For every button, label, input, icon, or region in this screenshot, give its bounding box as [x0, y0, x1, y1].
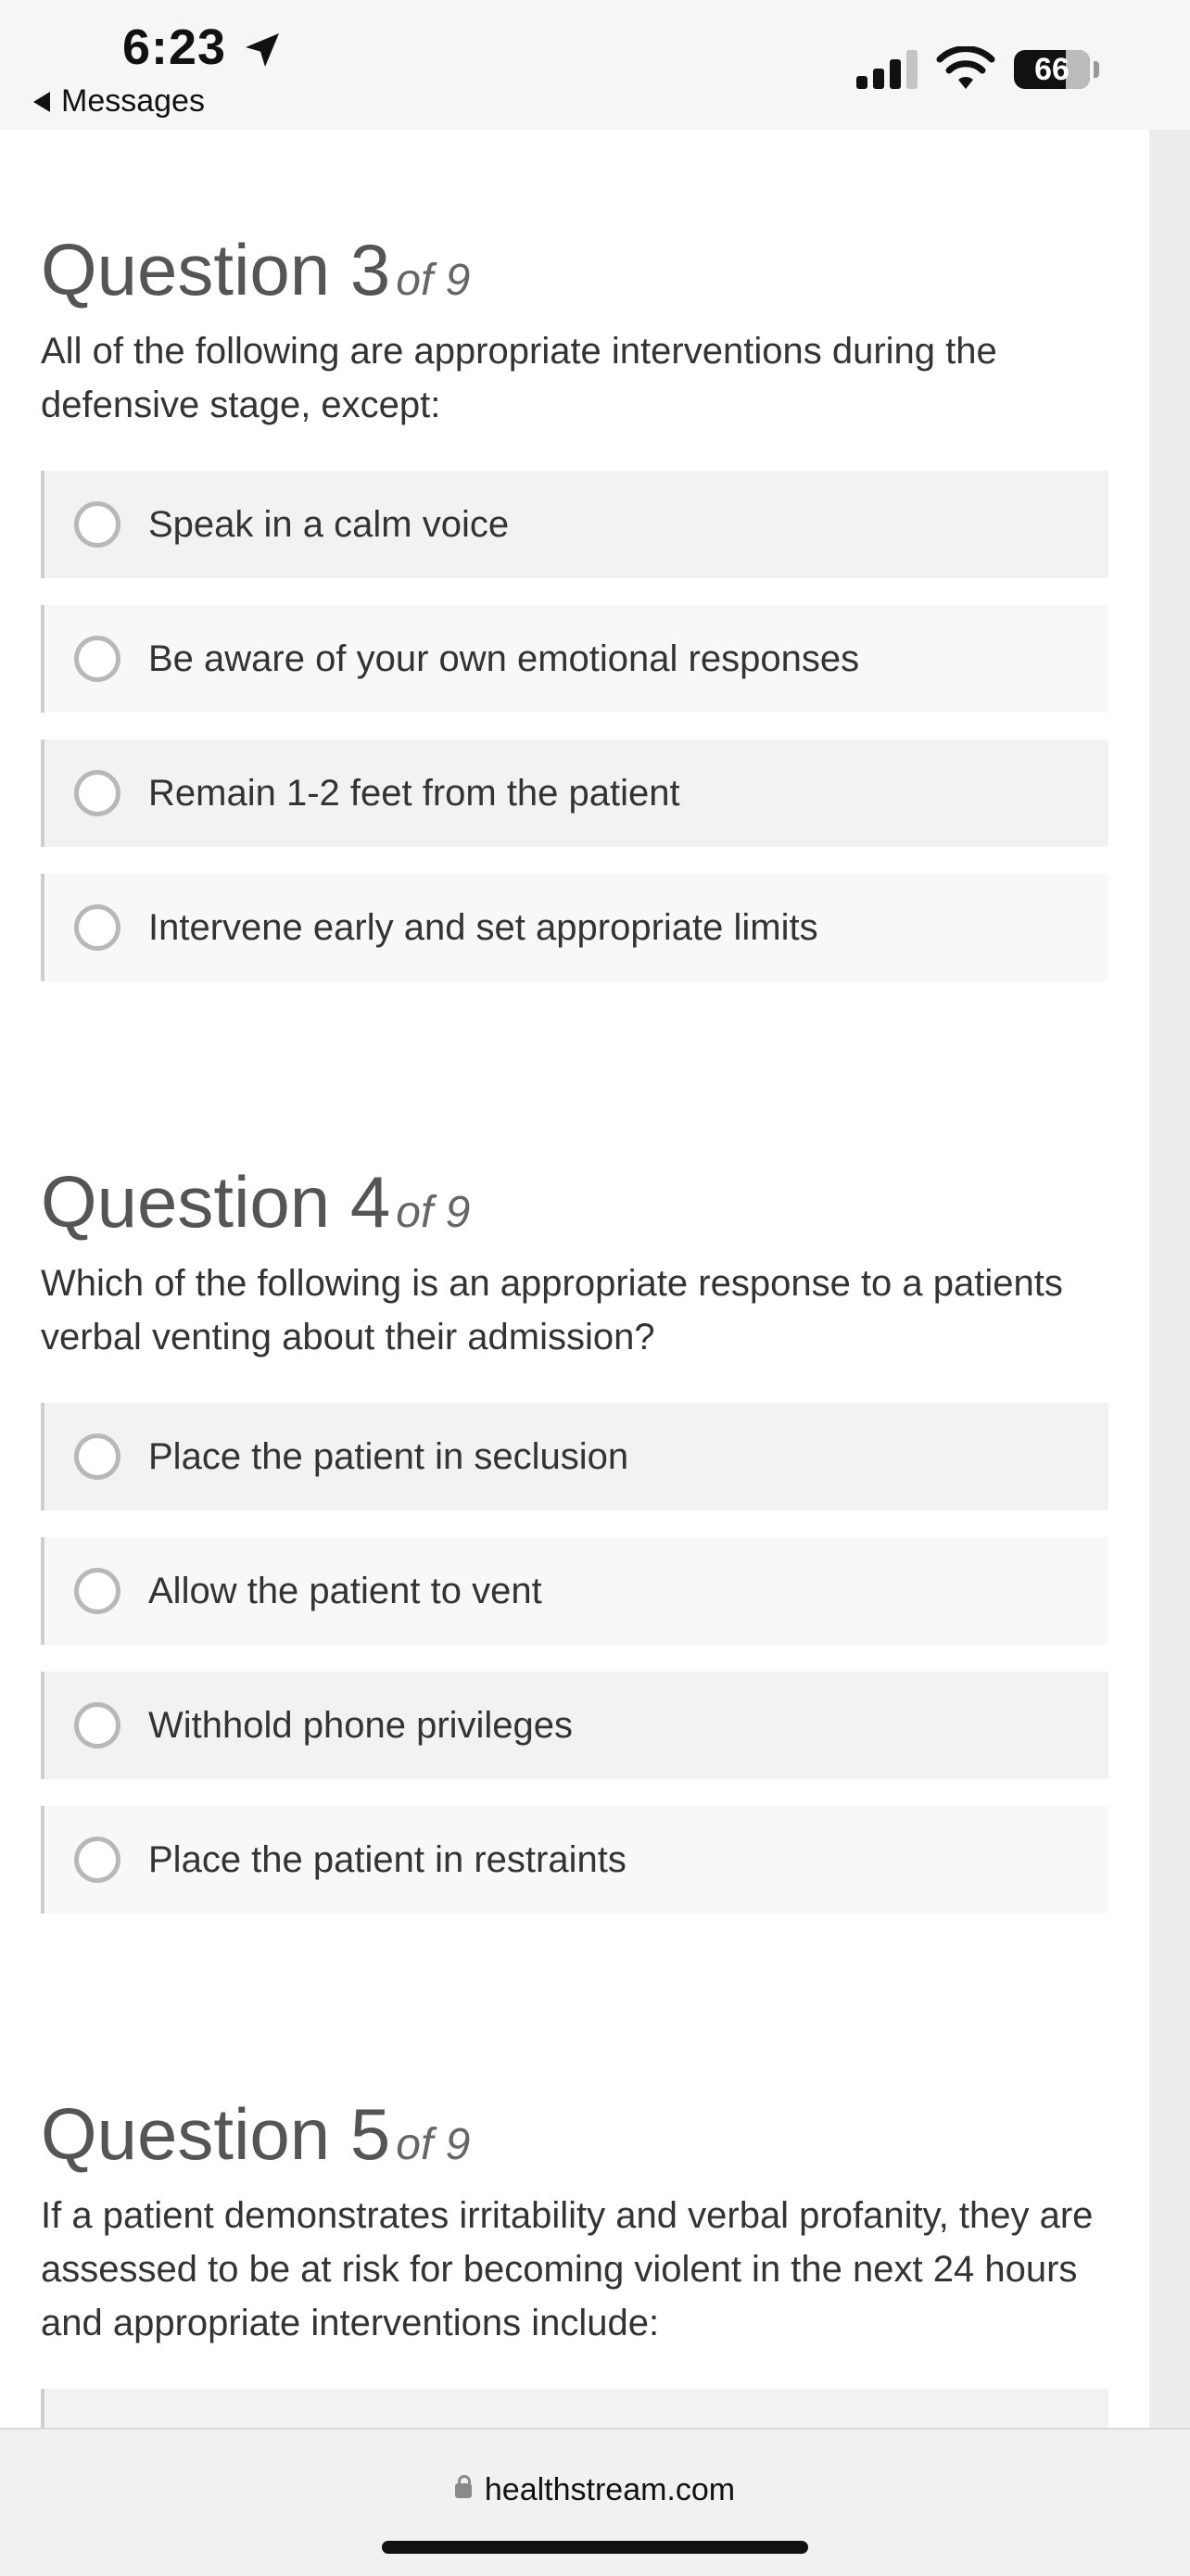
- question-number: Question 4: [41, 1161, 391, 1243]
- question-4: Question 4 of 9 Which of the following is…: [41, 1166, 1108, 1940]
- answer-option[interactable]: Place the patient in seclusion: [41, 1403, 1108, 1510]
- radio-button[interactable]: [74, 501, 120, 548]
- clock: 6:23: [122, 19, 227, 75]
- answer-option[interactable]: Remain 1-2 feet from the patient: [41, 739, 1108, 847]
- question-number: Question 5: [41, 2093, 391, 2175]
- answer-options: [41, 2389, 1108, 2428]
- answer-option[interactable]: Withhold phone privileges: [41, 1672, 1108, 1779]
- answer-option[interactable]: Place the patient in restraints: [41, 1806, 1108, 1913]
- back-label: Messages: [61, 83, 205, 119]
- home-indicator[interactable]: [382, 2541, 808, 2554]
- url-domain: healthstream.com: [484, 2472, 736, 2507]
- battery-cap: [1094, 61, 1099, 78]
- question-text: All of the following are appropriate int…: [41, 331, 997, 425]
- question-title: Question 4 of 9: [41, 1166, 1108, 1238]
- question-text: If a patient demonstrates irritability a…: [41, 2195, 1094, 2343]
- url-display[interactable]: healthstream.com: [0, 2472, 1190, 2508]
- cellular-signal-icon: [856, 50, 918, 89]
- answer-option[interactable]: Speak in a calm voice: [41, 471, 1108, 578]
- location-arrow-icon: [246, 33, 279, 67]
- status-bar: 6:23 Messages 66: [0, 0, 1190, 130]
- option-label: Remain 1-2 feet from the patient: [148, 772, 680, 814]
- radio-button[interactable]: [74, 1702, 120, 1749]
- option-label: Place the patient in restraints: [148, 1838, 627, 1880]
- answer-option[interactable]: [41, 2389, 1108, 2428]
- radio-button[interactable]: [74, 904, 120, 951]
- option-label: Allow the patient to vent: [148, 1570, 542, 1611]
- radio-button[interactable]: [74, 636, 120, 682]
- option-label: Speak in a calm voice: [148, 503, 510, 545]
- question-count: of 9: [396, 2120, 471, 2169]
- battery-icon: 66: [1014, 50, 1090, 89]
- question-count: of 9: [396, 1188, 471, 1237]
- answer-option[interactable]: Be aware of your own emotional responses: [41, 605, 1108, 713]
- option-label: Be aware of your own emotional responses: [148, 638, 860, 679]
- lock-icon: [454, 2475, 472, 2502]
- quiz-content: Question 3 of 9 All of the following are …: [0, 130, 1149, 2428]
- question-title: Question 3 of 9: [41, 234, 1108, 306]
- question-number: Question 3: [41, 229, 391, 310]
- radio-button[interactable]: [74, 1433, 120, 1480]
- answer-option[interactable]: Intervene early and set appropriate limi…: [41, 874, 1108, 981]
- scroll-gutter: [1149, 130, 1190, 2428]
- back-arrow-icon: [33, 91, 50, 112]
- answer-options: Place the patient in seclusion Allow the…: [41, 1403, 1108, 1913]
- option-label: Intervene early and set appropriate limi…: [148, 906, 818, 948]
- browser-url-bar[interactable]: healthstream.com: [0, 2428, 1190, 2576]
- battery-level: 66: [1034, 51, 1070, 87]
- back-to-messages-button[interactable]: Messages: [33, 83, 205, 120]
- question-title: Question 5 of 9: [41, 2098, 1108, 2170]
- question-3: Question 3 of 9 All of the following are …: [41, 234, 1108, 1008]
- option-label: Withhold phone privileges: [148, 1704, 574, 1746]
- question-text: Which of the following is an appropriate…: [41, 1263, 1063, 1357]
- option-label: Place the patient in seclusion: [148, 1435, 629, 1477]
- wifi-icon: [936, 46, 995, 89]
- radio-button[interactable]: [74, 1568, 120, 1614]
- question-5: Question 5 of 9 If a patient demonstrates…: [41, 2098, 1108, 2428]
- answer-option[interactable]: Allow the patient to vent: [41, 1537, 1108, 1645]
- radio-button[interactable]: [74, 770, 120, 816]
- radio-button[interactable]: [74, 1837, 120, 1883]
- answer-options: Speak in a calm voice Be aware of your o…: [41, 471, 1108, 981]
- question-count: of 9: [396, 256, 471, 305]
